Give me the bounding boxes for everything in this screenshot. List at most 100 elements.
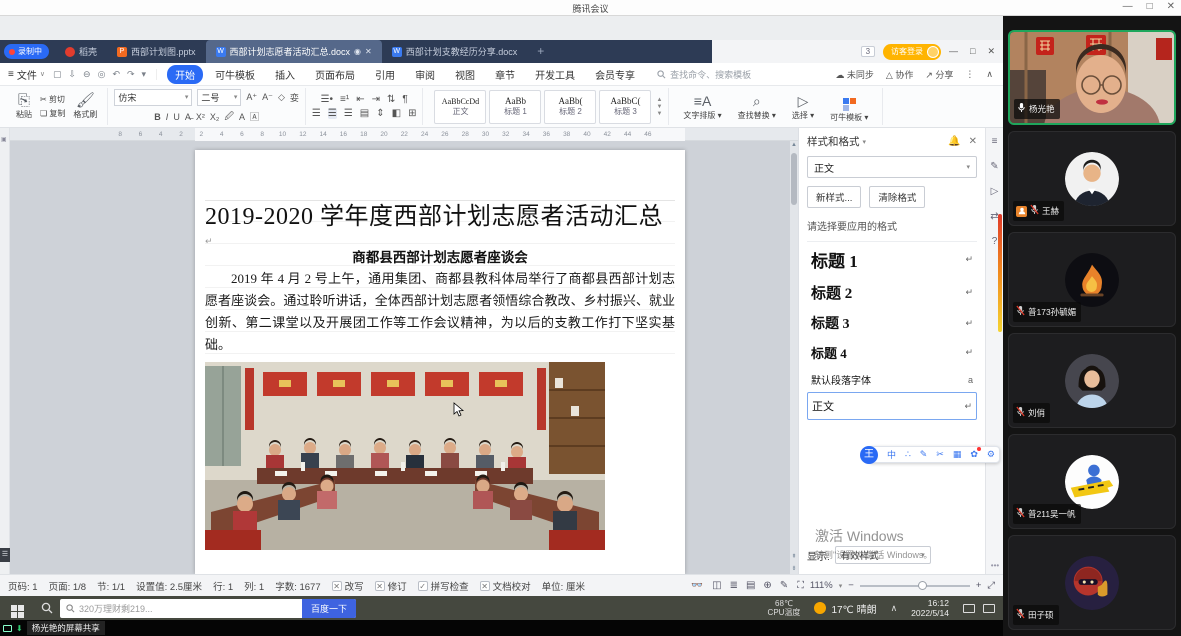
ime-tool-icon-1[interactable]: ∴ bbox=[905, 449, 911, 460]
tray-expand-icon[interactable]: ∧ bbox=[891, 603, 898, 614]
para-mark-icon[interactable]: ¶ bbox=[402, 94, 407, 105]
ribbon-tab-页面布局[interactable]: 页面布局 bbox=[307, 65, 363, 84]
participant-tile[interactable]: 普173孙毓媚 bbox=[1008, 232, 1176, 327]
side-tool-icon-4[interactable]: ? bbox=[992, 236, 998, 247]
baidu-search-box[interactable]: 320万理财剩219... 百度一下 bbox=[60, 599, 356, 618]
quick-tool-icon-5[interactable]: ↷ bbox=[127, 69, 135, 80]
align-right-icon[interactable]: ☰ bbox=[344, 108, 353, 119]
ime-logo-icon[interactable]: 王 bbox=[860, 446, 878, 464]
font-name-select[interactable]: 仿宋▾ bbox=[114, 89, 192, 106]
ime-tool-icon-4[interactable]: ▦ bbox=[953, 449, 962, 460]
strike-icon[interactable]: A̶ bbox=[185, 112, 191, 122]
participant-tile[interactable]: 王赫 bbox=[1008, 131, 1176, 226]
tab-close-icon[interactable]: ✕ bbox=[365, 47, 372, 56]
show-style-select[interactable]: 有效样式▾ bbox=[835, 546, 931, 564]
sort-icon[interactable]: ⇅ bbox=[387, 94, 395, 105]
ime-tool-icon-0[interactable]: 中 bbox=[887, 448, 896, 461]
align-left-icon[interactable]: ☰ bbox=[312, 108, 321, 119]
wps-minimize-icon[interactable]: — bbox=[949, 46, 958, 57]
outdent-icon[interactable]: ⇤ bbox=[356, 94, 364, 105]
next-page-icon[interactable]: ⇟ bbox=[790, 565, 798, 572]
cpu-temp-widget[interactable]: 68℃CPU温度 bbox=[768, 599, 801, 617]
current-style-select[interactable]: 正文▾ bbox=[807, 156, 977, 178]
quick-tool-icon-0[interactable]: ▢ bbox=[53, 69, 62, 80]
ime-tray-icon[interactable] bbox=[963, 604, 975, 613]
quick-tool-icon-6[interactable]: ▾ bbox=[142, 69, 147, 80]
new-tab-button[interactable]: + bbox=[527, 40, 554, 63]
taskbar-search-icon[interactable] bbox=[34, 602, 60, 614]
clock-widget[interactable]: 16:122022/5/14 bbox=[911, 598, 949, 618]
side-tool-icon-0[interactable]: ≡ bbox=[992, 136, 998, 147]
status-toggle-文档校对[interactable]: ✕文档校对 bbox=[480, 579, 531, 593]
ribbon-tab-审阅[interactable]: 审阅 bbox=[407, 65, 443, 84]
style-gallery-item[interactable]: AaBb(标题 2 bbox=[544, 90, 596, 124]
zoom-slider-knob[interactable] bbox=[918, 581, 927, 590]
document-tab[interactable]: W西部计划支教经历分享.docx bbox=[382, 40, 528, 63]
style-item-标题 3[interactable]: 标题 3↵ bbox=[807, 308, 977, 338]
bullets-icon[interactable]: ☰• bbox=[321, 94, 333, 105]
close-icon[interactable]: ✕ bbox=[1167, 1, 1175, 12]
document-tab[interactable]: 稻壳 bbox=[55, 40, 107, 63]
panel-close-icon[interactable]: ✕ bbox=[969, 136, 977, 147]
sync-status[interactable]: ☁ 未同步 bbox=[835, 68, 874, 81]
style-gallery-item[interactable]: AaBbC(标题 3 bbox=[599, 90, 651, 124]
wps-maximize-icon[interactable]: □ bbox=[970, 46, 975, 57]
ribbon-tool-可牛模板[interactable]: 可牛模板 ▾ bbox=[822, 91, 876, 123]
zoom-value[interactable]: 111% bbox=[810, 580, 833, 591]
weather-widget[interactable]: 17℃ 晴朗 bbox=[814, 601, 876, 616]
quick-tool-icon-3[interactable]: ◎ bbox=[98, 69, 106, 80]
ribbon-tab-引用[interactable]: 引用 bbox=[367, 65, 403, 84]
style-item-正文[interactable]: 正文↵ bbox=[807, 392, 977, 420]
ribbon-tab-开发工具[interactable]: 开发工具 bbox=[527, 65, 583, 84]
bell-icon[interactable]: 🔔 bbox=[948, 136, 960, 147]
gallery-up-icon[interactable]: ▲ bbox=[656, 97, 662, 103]
format-painter-button[interactable]: 🖌格式刷 bbox=[69, 93, 101, 120]
shrink-font-icon[interactable]: A⁻ bbox=[262, 92, 273, 103]
minimize-icon[interactable]: — bbox=[1123, 1, 1133, 12]
chevron-down-icon[interactable]: ▾ bbox=[863, 138, 867, 146]
style-item-标题 1[interactable]: 标题 1↵ bbox=[807, 242, 977, 277]
collaborate-button[interactable]: △ 协作 bbox=[886, 68, 913, 81]
font-size-select[interactable]: 二号▾ bbox=[197, 89, 241, 106]
ribbon-tool-选择[interactable]: ▷选择 ▾ bbox=[784, 93, 822, 121]
view-mode-icon-4[interactable]: ✎ bbox=[780, 580, 788, 591]
superscript-icon[interactable]: X² bbox=[196, 112, 205, 122]
scrollbar-thumb[interactable] bbox=[791, 153, 797, 205]
document-page[interactable]: 2019-2020 学年度西部计划志愿者活动汇总 ↵ 商都县西部计划志愿者座谈会… bbox=[195, 150, 685, 574]
highlight-icon[interactable]: 🖉 bbox=[224, 109, 234, 125]
line-spacing-icon[interactable]: ⇕ bbox=[376, 108, 384, 119]
zoom-slider[interactable] bbox=[860, 585, 970, 587]
share-button[interactable]: ↗ 分享 bbox=[925, 68, 953, 81]
style-gallery-item[interactable]: AaBb标题 1 bbox=[489, 90, 541, 124]
view-mode-icon-3[interactable]: ⊕ bbox=[763, 580, 771, 591]
participant-tile[interactable]: 刘俏 bbox=[1008, 333, 1176, 428]
view-mode-icon-1[interactable]: ≣ bbox=[730, 580, 738, 591]
ribbon-tab-会员专享[interactable]: 会员专享 bbox=[587, 65, 643, 84]
ime-toolbar[interactable]: 王 中∴✎✂▦✿⚙ bbox=[868, 446, 1000, 463]
ribbon-tool-文字排版[interactable]: ≡A文字排版 ▾ bbox=[675, 93, 729, 121]
status-toggle-修订[interactable]: ✕修订 bbox=[375, 579, 407, 593]
fullscreen-icon[interactable]: ⤢ bbox=[987, 580, 995, 591]
paste-button[interactable]: ⎘粘贴 bbox=[12, 93, 36, 120]
text-effects-icon[interactable]: ◇ bbox=[278, 92, 285, 103]
start-button[interactable] bbox=[0, 598, 34, 618]
ime-tool-icon-3[interactable]: ✂ bbox=[936, 449, 944, 460]
bold-button[interactable]: B bbox=[154, 112, 161, 122]
ribbon-tab-视图[interactable]: 视图 bbox=[447, 65, 483, 84]
ribbon-tab-插入[interactable]: 插入 bbox=[267, 65, 303, 84]
style-item-标题 4[interactable]: 标题 4↵ bbox=[807, 338, 977, 367]
pin-icon[interactable]: ◉ bbox=[354, 47, 361, 56]
zoom-out-icon[interactable]: − bbox=[848, 580, 854, 591]
more-menu-icon[interactable]: ⋮ bbox=[965, 69, 974, 80]
shading-icon[interactable]: ◧ bbox=[392, 108, 401, 119]
notification-icon[interactable] bbox=[983, 604, 995, 613]
borders-icon[interactable]: ⊞ bbox=[408, 108, 416, 119]
scroll-up-icon[interactable]: ▲ bbox=[790, 142, 798, 148]
gallery-down-icon[interactable]: ▼ bbox=[656, 104, 662, 110]
meeting-photo[interactable] bbox=[205, 362, 605, 550]
pinyin-icon[interactable]: 娈 bbox=[290, 91, 299, 104]
more-tools-icon[interactable]: ••• bbox=[986, 561, 1004, 570]
quick-tool-icon-4[interactable]: ↶ bbox=[112, 69, 120, 80]
subscript-icon[interactable]: X₂ bbox=[210, 112, 220, 122]
quick-tool-icon-1[interactable]: ⇩ bbox=[68, 69, 76, 80]
